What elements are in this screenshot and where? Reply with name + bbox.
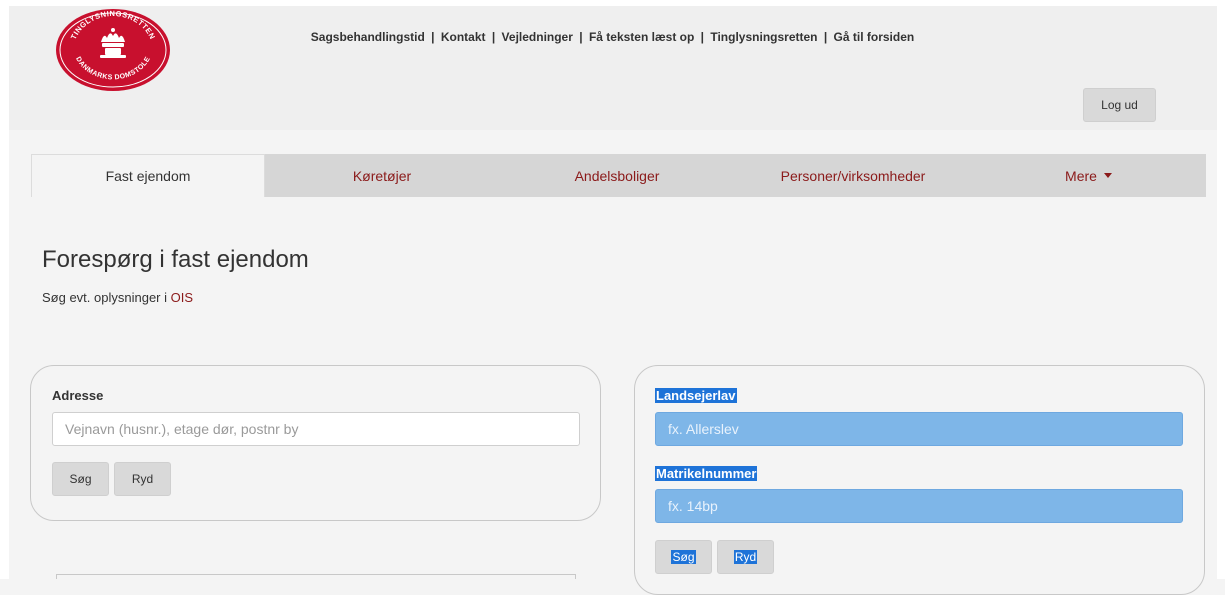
address-search-button[interactable]: Søg — [52, 462, 109, 496]
next-panel-edge — [56, 574, 576, 579]
link-kontakt[interactable]: Kontakt — [441, 30, 486, 44]
link-vejledninger[interactable]: Vejledninger — [502, 30, 573, 44]
top-links: Sagsbehandlingstid | Kontakt | Vejlednin… — [0, 30, 1225, 44]
link-read-aloud[interactable]: Få teksten læst op — [589, 30, 694, 44]
cadastre-clear-button[interactable]: Ryd — [717, 540, 774, 574]
link-sagsbehandlingstid[interactable]: Sagsbehandlingstid — [311, 30, 425, 44]
cadastre-search-button[interactable]: Søg — [655, 540, 712, 574]
tab-mere-label: Mere — [1065, 167, 1097, 184]
ois-link[interactable]: OIS — [171, 290, 193, 305]
link-separator: | — [579, 30, 583, 44]
site-header — [9, 6, 1217, 130]
main-nav: Fast ejendom Køretøjer Andelsboliger Per… — [31, 154, 1206, 197]
link-separator: | — [700, 30, 705, 44]
tab-fast-ejendom[interactable]: Fast ejendom — [31, 154, 265, 197]
address-label: Adresse — [52, 388, 104, 403]
cadastre-clear-label: Ryd — [733, 550, 758, 564]
link-home[interactable]: Gå til forsiden — [834, 30, 915, 44]
cadastre-number-input[interactable]: fx. 14bp — [655, 489, 1183, 523]
tab-mere[interactable]: Mere — [971, 154, 1206, 197]
caret-down-icon — [1103, 173, 1112, 178]
link-tinglysningsretten[interactable]: Tinglysningsretten — [710, 30, 817, 44]
page-subtitle: Søg evt. oplysninger i OIS — [42, 290, 193, 305]
link-separator: | — [823, 30, 828, 44]
tab-koretojer[interactable]: Køretøjer — [265, 154, 499, 197]
page-title: Forespørg i fast ejendom — [42, 246, 309, 273]
cadastre-number-label: Matrikelnummer — [655, 466, 758, 481]
link-separator: | — [431, 30, 435, 44]
logout-button[interactable]: Log ud — [1083, 88, 1156, 122]
tinglysningsretten-logo[interactable]: TINGLYSNINGSRETTEN DANMARKS DOMSTOLE — [55, 8, 171, 92]
link-separator: | — [491, 30, 496, 44]
subtitle-text: Søg evt. oplysninger i — [42, 290, 171, 305]
district-input[interactable]: fx. Allerslev — [655, 412, 1183, 446]
address-input[interactable]: Vejnavn (husnr.), etage dør, postnr by — [52, 412, 580, 446]
address-clear-button[interactable]: Ryd — [114, 462, 171, 496]
window-frame-left — [0, 0, 9, 579]
window-frame-right — [1217, 0, 1225, 579]
tab-personer-virksomheder[interactable]: Personer/virksomheder — [735, 154, 971, 197]
cadastre-search-label: Søg — [671, 550, 696, 564]
tab-andelsboliger[interactable]: Andelsboliger — [499, 154, 735, 197]
district-label: Landsejerlav — [655, 388, 737, 403]
